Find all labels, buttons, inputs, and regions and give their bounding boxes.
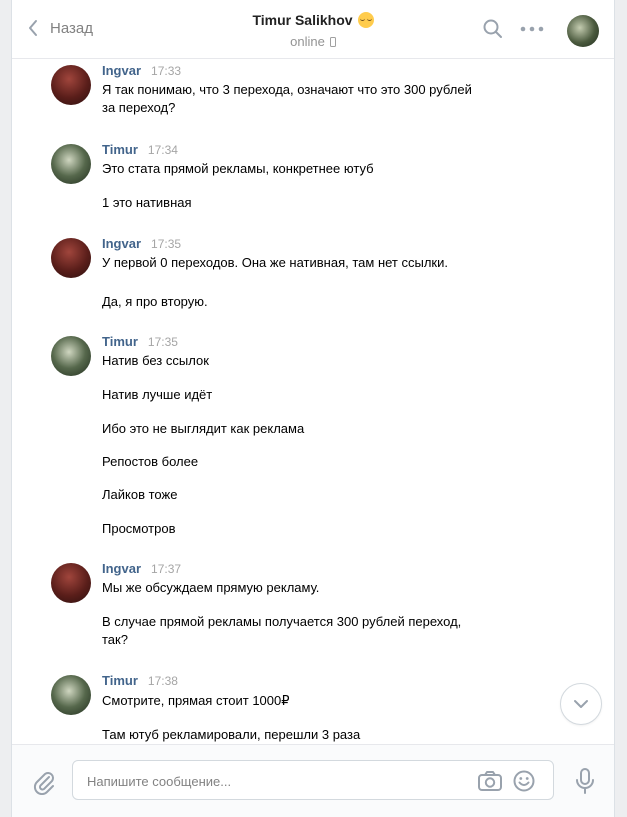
- chevron-down-icon: [574, 700, 588, 708]
- phone-icon: [329, 36, 336, 47]
- emoji-icon: [357, 12, 374, 28]
- author-name[interactable]: Ingvar: [102, 561, 141, 576]
- message-text: В случае прямой рекламы получается 300 р…: [102, 614, 462, 629]
- message-meta: Timur 17:34: [102, 142, 178, 157]
- message-meta: Timur 17:38: [102, 673, 178, 688]
- message-input-box[interactable]: [72, 760, 554, 800]
- message-text: за переход?: [102, 100, 176, 115]
- avatar[interactable]: [51, 675, 91, 715]
- camera-icon[interactable]: [477, 770, 503, 792]
- message-input[interactable]: [87, 771, 467, 791]
- message-meta: Timur 17:35: [102, 334, 178, 349]
- message-text: Смотрите, прямая стоит 1000₽: [102, 693, 290, 708]
- message-text: Натив лучше идёт: [102, 387, 213, 402]
- more-icon[interactable]: [520, 26, 544, 32]
- author-name[interactable]: Ingvar: [102, 63, 141, 78]
- chat-header: Назад Timur Salikhov online: [12, 0, 614, 59]
- peer-name-row: Timur Salikhov: [252, 12, 374, 28]
- message-time[interactable]: 17:38: [148, 674, 178, 688]
- microphone-icon[interactable]: [574, 767, 596, 795]
- author-name[interactable]: Timur: [102, 142, 138, 157]
- avatar[interactable]: [51, 336, 91, 376]
- message-time[interactable]: 17:35: [151, 237, 181, 251]
- message-text: Просмотров: [102, 521, 176, 536]
- message-text: 1 это нативная: [102, 195, 192, 210]
- message-time[interactable]: 17:33: [151, 64, 181, 78]
- message-time[interactable]: 17:37: [151, 562, 181, 576]
- avatar[interactable]: [51, 238, 91, 278]
- peer-status: online: [290, 34, 336, 49]
- peer-name: Timur Salikhov: [252, 12, 353, 28]
- message-text: Ибо это не выглядит как реклама: [102, 421, 305, 436]
- message-text: Натив без ссылок: [102, 353, 209, 368]
- message-text: так?: [102, 632, 128, 647]
- avatar[interactable]: [51, 144, 91, 184]
- message-text: Там ютуб рекламировали, перешли 3 раза: [102, 727, 361, 742]
- paperclip-icon[interactable]: [32, 769, 56, 795]
- message-text: Лайков тоже: [102, 487, 178, 502]
- avatar[interactable]: [51, 563, 91, 603]
- message-text: Я так понимаю, что 3 перехода, означают …: [102, 82, 472, 97]
- peer-avatar[interactable]: [567, 15, 599, 47]
- back-label: Назад: [50, 19, 93, 37]
- chevron-left-icon: [29, 20, 37, 36]
- message-meta: Ingvar 17:35: [102, 236, 181, 251]
- message-text: Репостов более: [102, 454, 199, 469]
- message-text: У первой 0 переходов. Она же нативная, т…: [102, 255, 448, 270]
- author-name[interactable]: Timur: [102, 334, 138, 349]
- avatar[interactable]: [51, 65, 91, 105]
- back-button[interactable]: Назад: [26, 18, 93, 38]
- message-feed: Ingvar 17:33 Я так понимаю, что 3 перехода…: [12, 60, 614, 744]
- search-icon[interactable]: [482, 18, 504, 40]
- message-text: Это стата прямой рекламы, конкретнее юту…: [102, 161, 374, 176]
- author-name[interactable]: Timur: [102, 673, 138, 688]
- smile-icon[interactable]: [513, 770, 535, 792]
- peer-status-text: online: [290, 34, 325, 49]
- composer: [12, 744, 614, 817]
- message-time[interactable]: 17:35: [148, 335, 178, 349]
- message-text: Мы же обсуждаем прямую рекламу.: [102, 580, 320, 595]
- message-meta: Ingvar 17:33: [102, 63, 181, 78]
- scroll-down-button[interactable]: [560, 683, 602, 725]
- message-meta: Ingvar 17:37: [102, 561, 181, 576]
- author-name[interactable]: Ingvar: [102, 236, 141, 251]
- message-time[interactable]: 17:34: [148, 143, 178, 157]
- message-text: Да, я про вторую.: [102, 294, 208, 309]
- chat-window: Назад Timur Salikhov online Ingvar 17:33 Я…: [11, 0, 615, 817]
